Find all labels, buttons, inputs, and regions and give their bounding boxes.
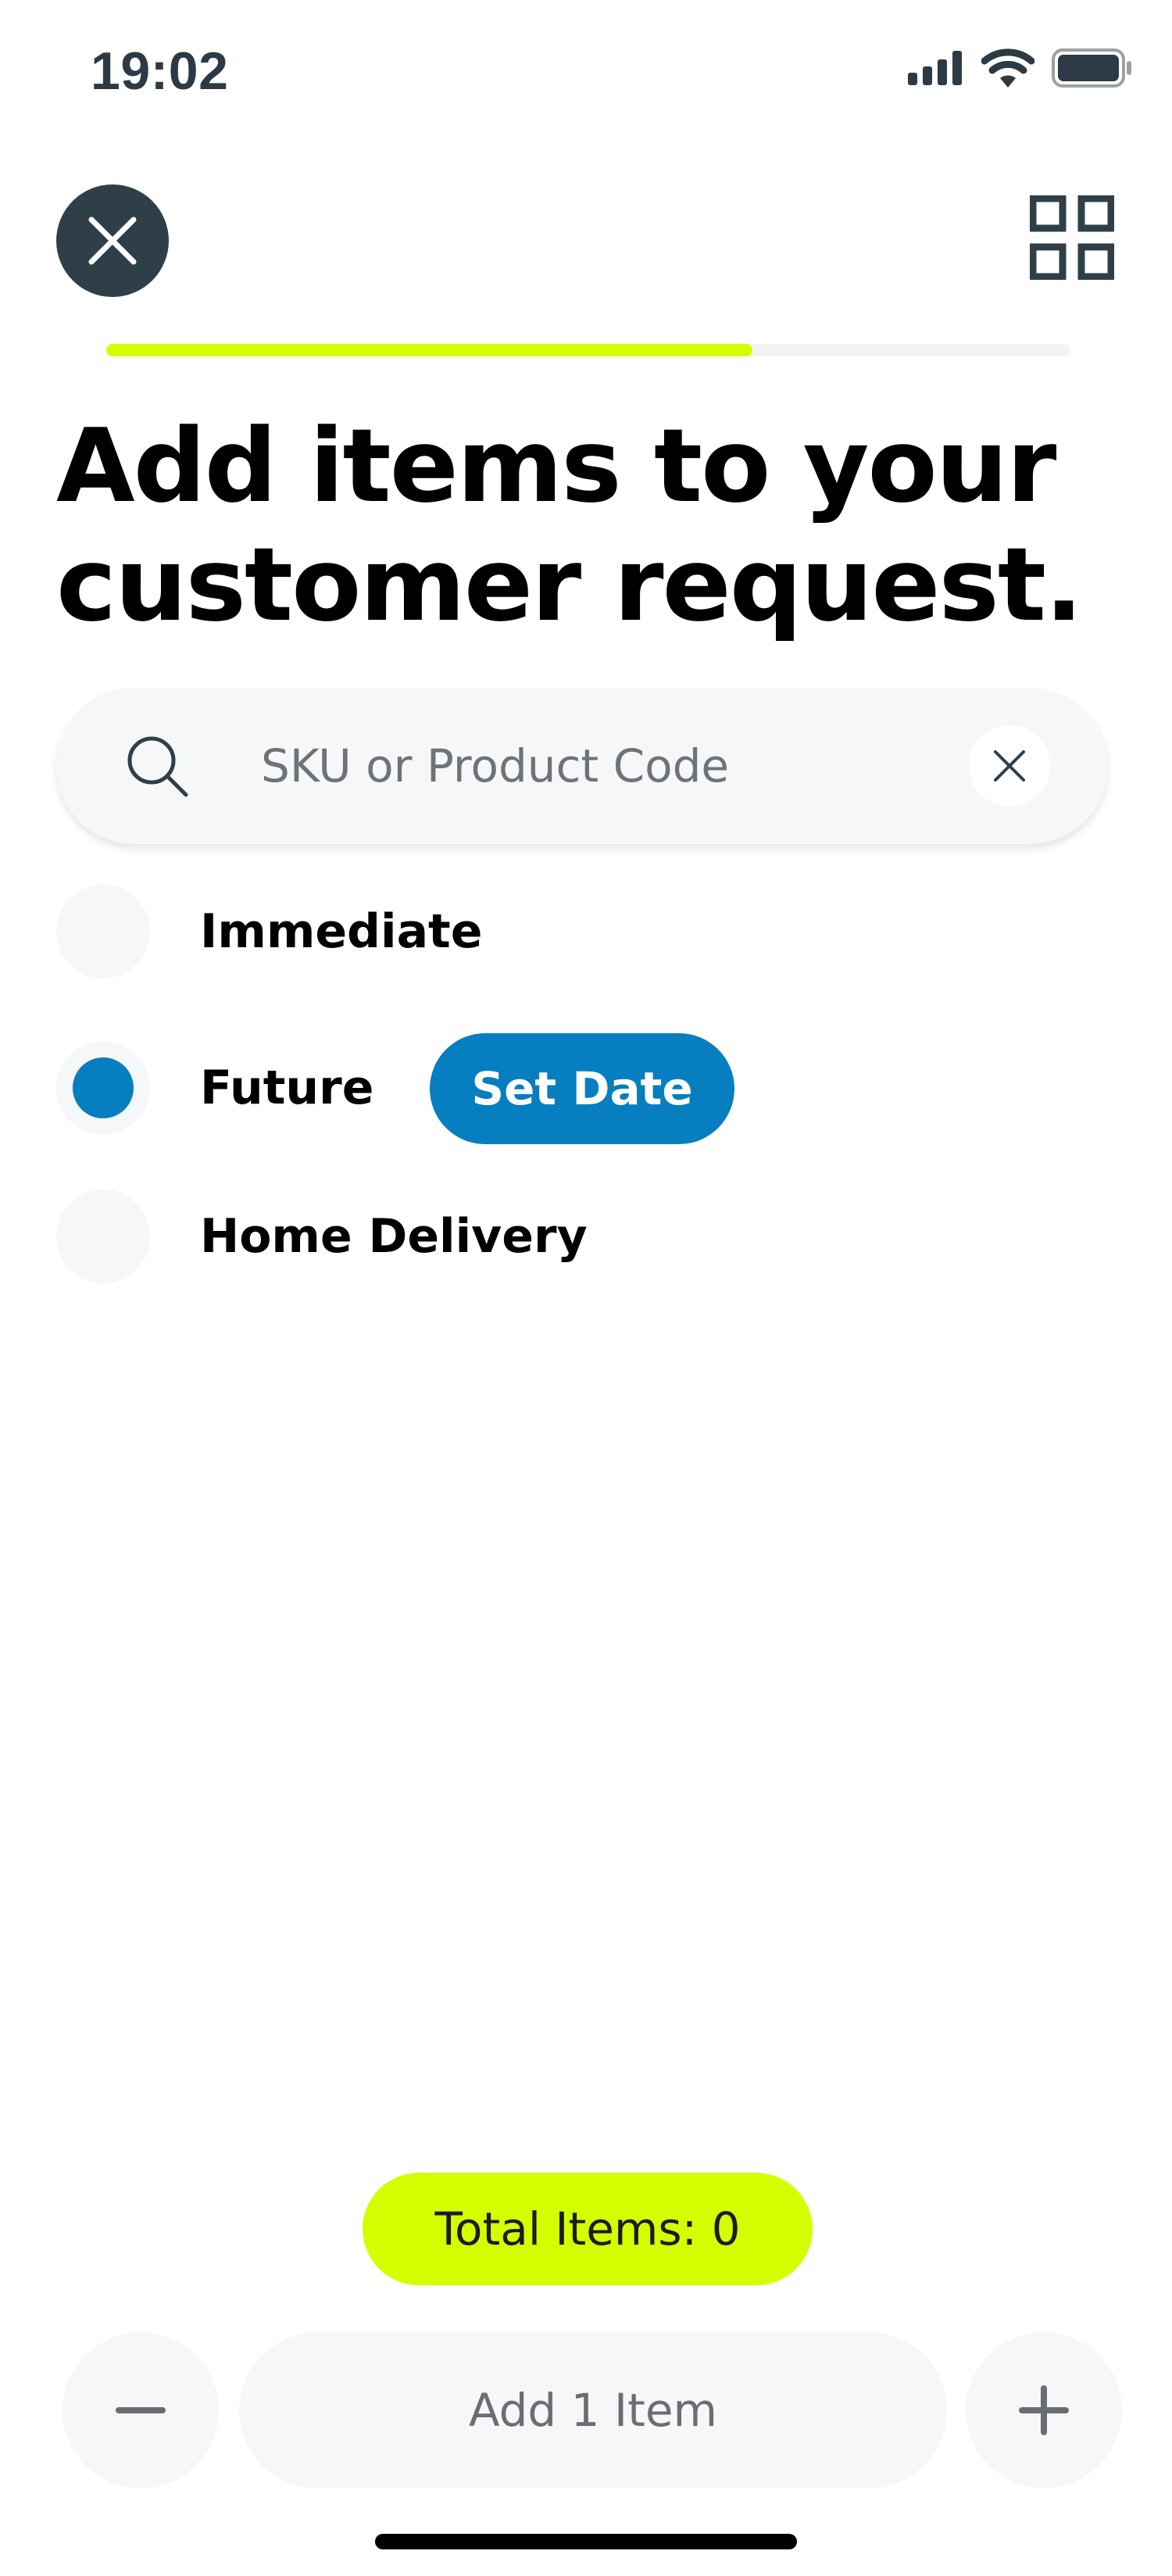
grid-view-button[interactable] bbox=[1029, 195, 1115, 281]
search-bar bbox=[56, 688, 1108, 844]
radio-future[interactable] bbox=[56, 1041, 150, 1135]
close-icon bbox=[88, 216, 137, 265]
option-home-delivery[interactable]: Home Delivery bbox=[56, 1188, 588, 1285]
search-icon bbox=[127, 736, 188, 797]
close-icon bbox=[994, 750, 1025, 782]
radio-home-delivery[interactable] bbox=[56, 1190, 150, 1283]
option-label: Immediate bbox=[200, 904, 483, 959]
home-indicator bbox=[375, 2534, 797, 2549]
battery-icon bbox=[1052, 48, 1131, 88]
option-future[interactable]: Future bbox=[56, 1039, 373, 1136]
set-date-button[interactable]: Set Date bbox=[430, 1033, 734, 1144]
search-input[interactable] bbox=[259, 726, 1013, 806]
signal-icon bbox=[908, 51, 962, 85]
progress-fill bbox=[106, 344, 752, 356]
decrease-button[interactable] bbox=[63, 2332, 219, 2488]
plus-icon bbox=[1019, 2385, 1069, 2435]
option-label: Home Delivery bbox=[200, 1209, 588, 1264]
option-label: Future bbox=[200, 1061, 374, 1115]
clear-search-button[interactable] bbox=[969, 725, 1050, 807]
increase-button[interactable] bbox=[966, 2332, 1122, 2488]
radio-immediate[interactable] bbox=[56, 885, 150, 979]
radio-selected-dot bbox=[73, 1057, 134, 1118]
wifi-icon bbox=[981, 48, 1034, 88]
page-title: Add items to your customer request. bbox=[56, 406, 1083, 644]
total-items-badge: Total Items: 0 bbox=[363, 2173, 813, 2285]
minus-icon bbox=[116, 2407, 166, 2413]
option-immediate[interactable]: Immediate bbox=[56, 883, 482, 980]
close-button[interactable] bbox=[56, 184, 169, 297]
status-time: 19:02 bbox=[91, 41, 229, 101]
status-icons bbox=[908, 48, 1133, 88]
add-item-button[interactable]: Add 1 Item bbox=[239, 2332, 947, 2488]
progress-bar bbox=[106, 344, 1070, 356]
grid-icon bbox=[1029, 195, 1115, 281]
